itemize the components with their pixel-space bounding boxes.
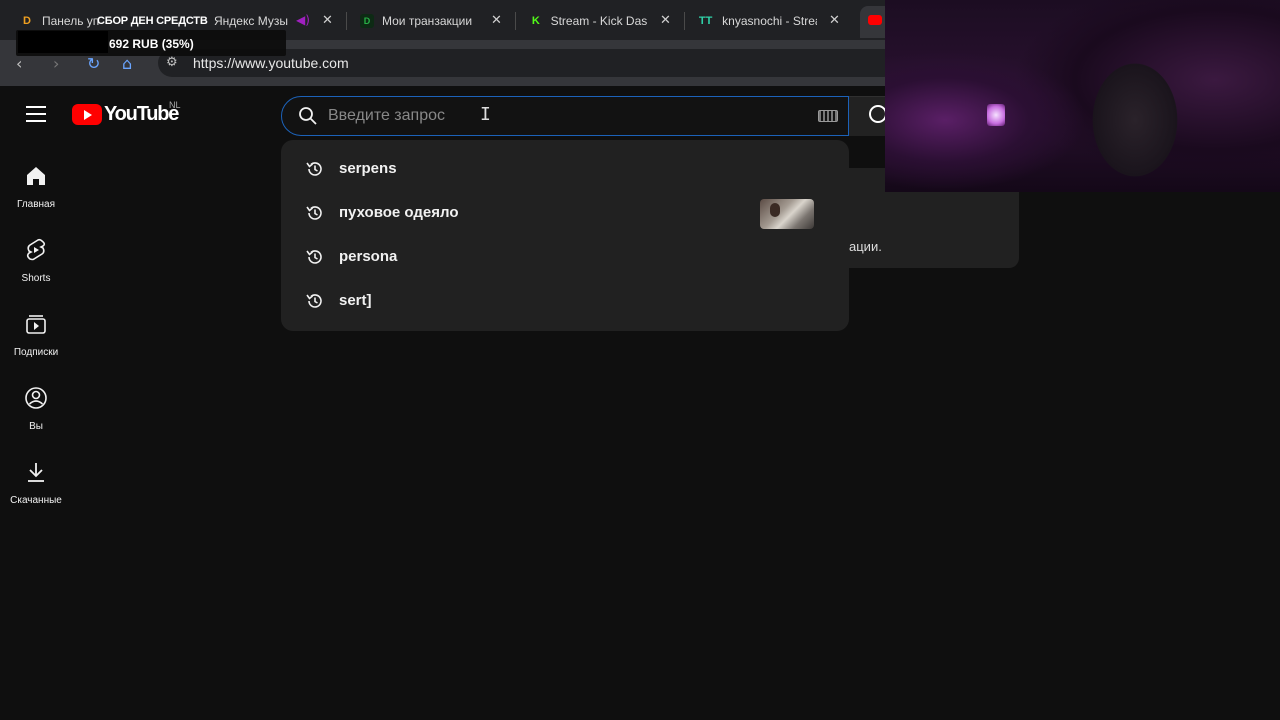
sidebar-item-label: Скачанные [10,495,62,506]
sidebar-item-you[interactable]: Вы [0,386,72,432]
text-cursor-icon: I [480,104,491,125]
sidebar-item-label: Главная [16,199,56,210]
d-logo-icon: D [360,14,374,28]
region-code: NL [169,100,181,110]
close-icon[interactable]: ✕ [322,13,333,28]
suggestion-text: sert] [339,292,372,309]
downloads-icon [28,463,44,482]
tab-title: knyasnochi - Strea [722,14,817,28]
youtube-logo-icon[interactable] [72,104,102,125]
webcam-lamp [987,104,1005,126]
search-icon [299,107,317,125]
home-icon[interactable]: ⌂ [122,54,132,73]
sidebar-item-label: Shorts [21,273,51,284]
tab-title: Мои транзакции [382,14,473,28]
suggestion-thumbnail[interactable] [760,199,814,229]
suggestion-item[interactable]: serpens [281,147,849,191]
close-icon[interactable]: ✕ [491,13,502,28]
tab-divider [515,12,516,30]
webcam-overlay [885,0,1280,192]
d-logo-icon: D [23,15,31,27]
sidebar-item-shorts[interactable]: Shorts [0,238,72,284]
history-icon [306,162,322,176]
donation-title: СБОР ДЕН СРЕДСТВ [97,15,208,27]
sidebar-item-downloads[interactable]: Скачанные [0,460,72,506]
suggestion-text: persona [339,248,398,265]
home-icon [27,167,45,185]
notice-text: ации. [849,239,882,254]
back-icon[interactable]: ‹ [16,54,22,73]
close-icon[interactable]: ✕ [660,13,671,28]
suggestion-item[interactable]: persona [281,235,849,279]
history-icon [306,206,322,220]
url-text[interactable]: https://www.youtube.com [193,55,349,71]
keyboard-icon[interactable] [818,110,838,122]
search-input[interactable] [328,104,788,128]
donation-amount: 692 RUB (35%) [109,37,194,51]
tab-title: Панель уп [42,14,100,28]
history-icon [306,250,322,264]
suggestion-item[interactable]: sert] [281,279,849,323]
suggestion-text: serpens [339,160,397,177]
tab-divider [684,12,685,30]
youtube-logo-icon [868,15,882,25]
redacted-block [18,31,108,53]
tab-divider [346,12,347,30]
forward-icon[interactable]: › [53,54,59,73]
you-icon [25,387,47,409]
reload-icon[interactable]: ↻ [87,54,100,73]
close-icon[interactable]: ✕ [829,13,840,28]
sidebar-item-label: Вы [29,421,43,432]
sidebar-item-home[interactable]: Главная [0,164,72,210]
tab-knyasnochi[interactable]: TT knyasnochi - Strea [697,6,817,36]
audio-icon[interactable]: ◀) [296,13,310,27]
suggestion-text: пуховое одеяло [339,204,459,221]
kick-logo-icon: K [531,15,540,27]
history-icon [306,294,322,308]
sidebar-item-label: Подписки [13,347,59,358]
tt-logo-icon: TT [698,15,713,27]
tab-title: Яндекс Музы [214,14,288,28]
subscriptions-icon [26,315,46,334]
tab-title: Stream - Kick Dasl [550,14,647,28]
menu-icon[interactable] [26,106,46,124]
tab-transactions[interactable]: D Мои транзакции [360,6,475,36]
sidebar-item-subscriptions[interactable]: Подписки [0,312,72,358]
tab-kick-stream[interactable]: K Stream - Kick Dasl [529,6,647,36]
shorts-icon [26,238,46,261]
youtube-logo-text[interactable]: YouTube [104,103,179,126]
site-info-icon[interactable]: ⚙ [166,55,178,70]
